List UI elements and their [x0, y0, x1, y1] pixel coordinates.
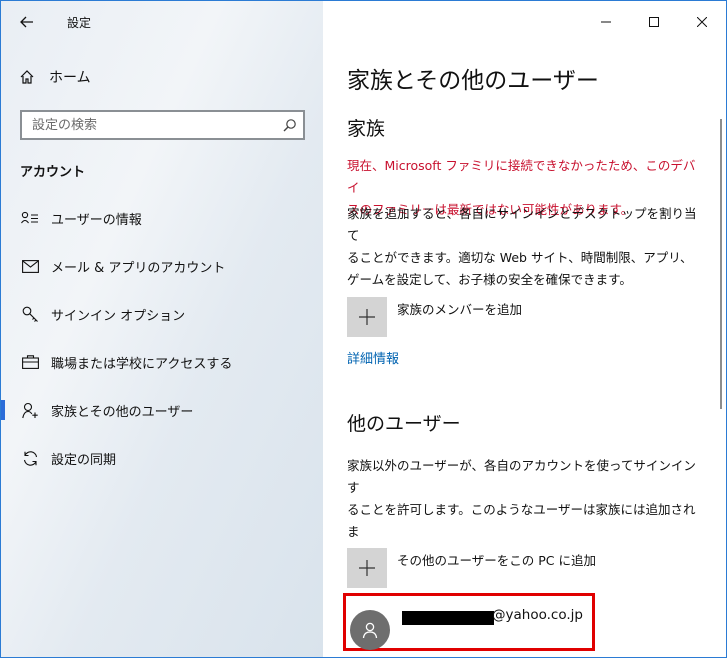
search-box[interactable]	[20, 110, 305, 140]
sidebar-item-email-accounts[interactable]: メール & アプリのアカウント	[1, 242, 323, 290]
description-line: ることができます。適切な Web サイト、時間制限、アプリ、	[347, 250, 693, 265]
close-icon	[697, 17, 707, 27]
user-account-entry[interactable]: @yahoo.co.jp	[343, 593, 595, 651]
minimize-button[interactable]	[582, 1, 630, 43]
warning-line: 現在、Microsoft ファミリに接続できなかったため、このデバイ	[347, 158, 696, 195]
sidebar-item-label: ユーザーの情報	[51, 213, 142, 228]
description-line: 家族以外のユーザーが、各自のアカウントを使ってサインインす	[347, 458, 696, 495]
app-title: 設定	[67, 16, 92, 30]
add-other-user-button[interactable]: その他のユーザーをこの PC に追加	[347, 548, 596, 588]
maximize-button[interactable]	[630, 1, 678, 43]
briefcase-icon	[21, 353, 39, 371]
user-icon	[362, 622, 378, 639]
sidebar-item-signin-options[interactable]: サインイン オプション	[1, 290, 323, 338]
home-icon	[20, 70, 34, 84]
add-other-user-label: その他のユーザーをこの PC に追加	[397, 553, 596, 568]
search-icon[interactable]	[283, 117, 297, 136]
sidebar-item-label: メール & アプリのアカウント	[51, 261, 226, 276]
window-controls	[582, 1, 726, 43]
sidebar-item-sync-settings[interactable]: 設定の同期	[1, 434, 323, 482]
sidebar-item-user-info[interactable]: ユーザーの情報	[1, 194, 323, 242]
user-email: @yahoo.co.jp	[492, 607, 583, 623]
settings-window: 設定 ホーム アカウント ユーザーの情報 メール	[0, 0, 727, 658]
description-line: 家族を追加すると、各自にサインインとデスクトップを割り当て	[347, 206, 697, 243]
back-arrow-icon	[20, 16, 33, 28]
sidebar-item-label: サインイン オプション	[51, 309, 186, 324]
sidebar-item-work-school[interactable]: 職場または学校にアクセスする	[1, 338, 323, 386]
home-label: ホーム	[49, 70, 91, 86]
add-family-member-button[interactable]: 家族のメンバーを追加	[347, 297, 522, 337]
family-description: 家族を追加すると、各自にサインインとデスクトップを割り当て ることができます。適…	[347, 203, 697, 291]
sync-icon	[21, 449, 39, 467]
active-indicator	[1, 400, 5, 420]
sidebar: 設定 ホーム アカウント ユーザーの情報 メール	[1, 1, 323, 657]
add-family-member-label: 家族のメンバーを追加	[397, 302, 523, 317]
sidebar-item-label: 職場または学校にアクセスする	[51, 357, 233, 372]
main-content: 家族とその他のユーザー 家族 現在、Microsoft ファミリに接続できなかっ…	[323, 1, 726, 657]
scrollbar[interactable]	[720, 119, 722, 409]
sidebar-item-label: 家族とその他のユーザー	[51, 405, 194, 420]
description-line: ることを許可します。このようなユーザーは家族には追加されま	[347, 502, 696, 539]
more-info-link[interactable]: 詳細情報	[347, 348, 399, 367]
home-nav[interactable]: ホーム	[19, 67, 91, 87]
section-header: アカウント	[20, 165, 86, 180]
back-button[interactable]	[15, 10, 39, 34]
avatar	[350, 610, 390, 650]
sidebar-item-label: 設定の同期	[51, 453, 117, 468]
key-icon	[21, 305, 39, 323]
redacted-username	[402, 611, 494, 625]
close-button[interactable]	[678, 1, 726, 43]
sidebar-item-family-users[interactable]: 家族とその他のユーザー	[1, 386, 323, 434]
plus-icon	[347, 297, 387, 337]
maximize-icon	[649, 17, 659, 27]
family-heading: 家族	[347, 118, 386, 140]
family-icon	[21, 401, 39, 419]
other-users-heading: 他のユーザー	[347, 413, 461, 435]
minimize-icon	[601, 21, 611, 23]
user-info-icon	[21, 209, 39, 227]
sidebar-nav: ユーザーの情報 メール & アプリのアカウント サインイン オプション 職場また…	[1, 194, 323, 482]
description-line: ゲームを設定して、お子様の安全を確保できます。	[347, 272, 632, 287]
plus-icon	[347, 548, 387, 588]
mail-icon	[21, 257, 39, 275]
search-input[interactable]	[32, 112, 272, 138]
title-bar: 設定	[1, 1, 323, 43]
page-title: 家族とその他のユーザー	[347, 68, 599, 94]
